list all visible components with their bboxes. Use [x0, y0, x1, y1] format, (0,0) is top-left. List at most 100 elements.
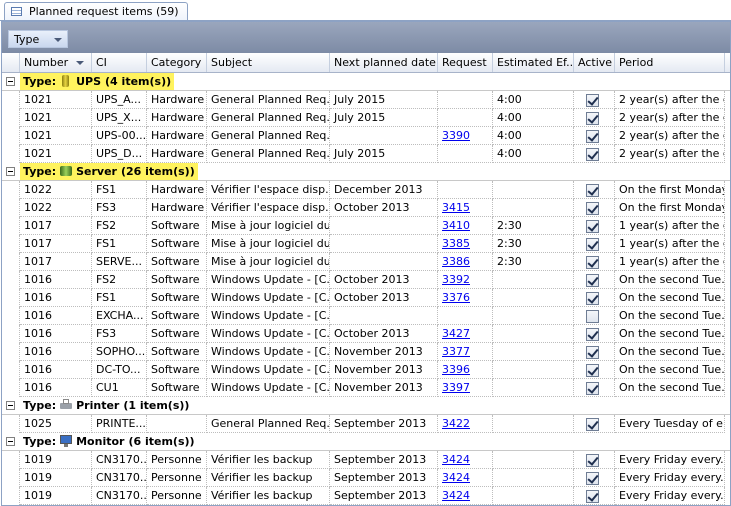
request-link[interactable]: 3424 [442, 471, 470, 484]
collapse-group-icon[interactable] [6, 77, 15, 86]
table-row[interactable]: 1025 PRINTE... General Planned Req... Septe… [2, 415, 730, 433]
request-link[interactable]: 3422 [442, 417, 470, 430]
cell-period: 1 year(s) after the c... [615, 235, 725, 253]
table-row[interactable]: 1022 FS1 Hardware Vérifier l'espace disp...… [2, 181, 730, 199]
active-checkbox[interactable] [586, 382, 599, 395]
table-row[interactable]: 1016 FS3 Software Windows Update - [C... Oct… [2, 325, 730, 343]
cell-active [574, 379, 615, 397]
table-row[interactable]: 1016 FS1 Software Windows Update - [C... Oct… [2, 289, 730, 307]
cell-ci: FS3 [92, 325, 147, 343]
table-row[interactable]: 1017 SERVE... Software Mise à jour logiciel… [2, 253, 730, 271]
active-checkbox[interactable] [586, 328, 599, 341]
cell-subject: Vérifier l'espace disp... [207, 199, 330, 217]
table-row[interactable]: 1021 UPS-00... Hardware General Planned Req… [2, 127, 730, 145]
active-checkbox[interactable] [586, 310, 599, 323]
table-row[interactable]: 1021 UPS_A... Hardware General Planned Req.… [2, 91, 730, 109]
active-checkbox[interactable] [586, 148, 599, 161]
request-link[interactable]: 3415 [442, 201, 470, 214]
table-row[interactable]: 1022 FS3 Hardware Vérifier l'espace disp...… [2, 199, 730, 217]
cell-request: 3396 [438, 361, 493, 379]
column-header-next-planned-date[interactable]: Next planned date... [330, 53, 438, 72]
table-row[interactable]: 1017 FS2 Software Mise à jour logiciel du..… [2, 217, 730, 235]
column-header-estimated-effort[interactable]: Estimated Ef... [493, 53, 574, 72]
table-row[interactable]: 1016 CU1 Software Windows Update - [C... Nov… [2, 379, 730, 397]
tab-planned-request-items[interactable]: Planned request items (59) [4, 2, 188, 21]
table-row[interactable]: 1016 EXCHA... Software Windows Update - [C.… [2, 307, 730, 325]
active-checkbox[interactable] [586, 346, 599, 359]
request-link[interactable]: 3390 [442, 129, 470, 142]
request-link[interactable]: 3386 [442, 255, 470, 268]
request-link[interactable]: 3392 [442, 273, 470, 286]
request-link[interactable]: 3385 [442, 237, 470, 250]
column-header-subject[interactable]: Subject [207, 53, 330, 72]
cell-period: On the second Tue... [615, 271, 725, 289]
active-checkbox[interactable] [586, 238, 599, 251]
active-checkbox[interactable] [586, 274, 599, 287]
active-checkbox[interactable] [586, 490, 599, 503]
active-checkbox[interactable] [586, 94, 599, 107]
cell-next-date [330, 253, 438, 271]
request-link[interactable]: 3424 [442, 489, 470, 502]
active-checkbox[interactable] [586, 220, 599, 233]
collapse-group-icon[interactable] [6, 401, 15, 410]
cell-number: 1022 [20, 199, 92, 217]
active-checkbox[interactable] [586, 472, 599, 485]
collapse-group-icon[interactable] [6, 167, 15, 176]
request-link[interactable]: 3396 [442, 363, 470, 376]
active-checkbox[interactable] [586, 418, 599, 431]
request-link[interactable]: 3410 [442, 219, 470, 232]
column-header-ci[interactable]: CI [92, 53, 147, 72]
request-link[interactable]: 3377 [442, 345, 470, 358]
column-header-period[interactable]: Period [615, 53, 725, 72]
active-checkbox[interactable] [586, 202, 599, 215]
cell-effort: 2:30 [493, 253, 574, 271]
column-header-category[interactable]: Category [147, 53, 207, 72]
active-checkbox[interactable] [586, 364, 599, 377]
column-header-active[interactable]: Active [574, 53, 615, 72]
cell-number: 1022 [20, 181, 92, 199]
request-link[interactable]: 3424 [442, 453, 470, 466]
table-row[interactable]: 1019 CN3170... Personne Vérifier les backup… [2, 451, 730, 469]
cell-category: Software [147, 235, 207, 253]
request-link[interactable]: 3397 [442, 381, 470, 394]
request-link[interactable]: 3427 [442, 327, 470, 340]
cell-effort: 4:00 [493, 145, 574, 163]
column-header-request[interactable]: Request [438, 53, 493, 72]
group-name: UPS [76, 75, 102, 88]
group-row-server[interactable]: Type: Server (26 item(s)) [2, 163, 730, 181]
cell-next-date: September 2013 [330, 487, 438, 505]
active-checkbox[interactable] [586, 184, 599, 197]
table-row[interactable]: 1021 UPS_D... Hardware General Planned Req.… [2, 145, 730, 163]
cell-next-date: October 2013 [330, 199, 438, 217]
cell-effort: 4:00 [493, 127, 574, 145]
active-checkbox[interactable] [586, 292, 599, 305]
active-checkbox[interactable] [586, 454, 599, 467]
active-checkbox[interactable] [586, 112, 599, 125]
cell-active [574, 487, 615, 505]
group-row-monitor[interactable]: Type: Monitor (6 item(s)) [2, 433, 730, 451]
cell-request: 3390 [438, 127, 493, 145]
table-row[interactable]: 1016 DC-TO... Software Windows Update - [C.… [2, 361, 730, 379]
column-header-number[interactable]: Number [20, 53, 92, 72]
active-checkbox[interactable] [586, 256, 599, 269]
cell-next-date: July 2015 [330, 91, 438, 109]
cell-category: Software [147, 343, 207, 361]
cell-period: On the second Tue... [615, 289, 725, 307]
group-row-ups[interactable]: Type: UPS (4 item(s)) [2, 73, 730, 91]
group-by-type-chip[interactable]: Type [8, 30, 68, 48]
table-row[interactable]: 1019 CN3170... Personne Vérifier les backup… [2, 469, 730, 487]
table-row[interactable]: 1021 UPS_X... Hardware General Planned Req.… [2, 109, 730, 127]
table-row[interactable]: 1016 SOPHO... Software Windows Update - [C.… [2, 343, 730, 361]
chevron-down-icon[interactable] [54, 38, 62, 42]
table-row[interactable]: 1019 CN3170... Personne Vérifier les backup… [2, 487, 730, 505]
table-row[interactable]: 1017 FS1 Software Mise à jour logiciel du..… [2, 235, 730, 253]
request-link[interactable]: 3376 [442, 291, 470, 304]
cell-next-date [330, 307, 438, 325]
collapse-group-icon[interactable] [6, 437, 15, 446]
cell-active [574, 127, 615, 145]
table-row[interactable]: 1016 FS2 Software Windows Update - [C... Oct… [2, 271, 730, 289]
row-indent [2, 145, 20, 163]
group-row-printer[interactable]: Type: Printer (1 item(s)) [2, 397, 730, 415]
cell-effort [493, 469, 574, 487]
active-checkbox[interactable] [586, 130, 599, 143]
